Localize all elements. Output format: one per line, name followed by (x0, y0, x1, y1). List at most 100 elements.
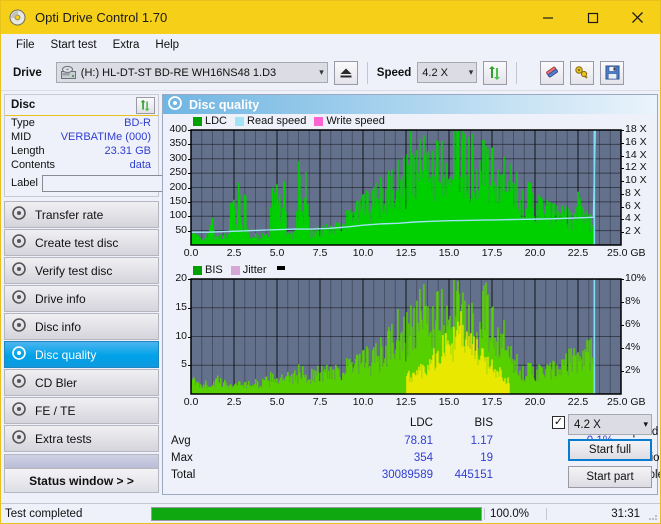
x-tick-label: 17.5 (481, 396, 503, 408)
speed-select[interactable]: 4.2 X ▾ (417, 62, 478, 83)
y-tick-label: 20 (175, 272, 187, 284)
stats-ldc-avg: 78.81 (404, 435, 433, 447)
close-button[interactable] (615, 1, 660, 34)
sidebar-item-create-test-disc[interactable]: Create test disc (4, 229, 159, 256)
x-tick-label: 2.5 (226, 396, 242, 408)
sidebar-item-disc-info[interactable]: Disc info (4, 313, 159, 340)
sidebar-item-verify-test-disc[interactable]: Verify test disc (4, 257, 159, 284)
y-tick (188, 336, 191, 338)
y2-tick (621, 206, 624, 208)
legend-swatch (193, 116, 202, 126)
sidebar-item-extra-tests[interactable]: Extra tests (4, 425, 159, 452)
save-button[interactable] (600, 60, 625, 85)
y-tick (188, 307, 191, 309)
toolbar-separator (366, 61, 368, 84)
x-tick-label: 5.0 (269, 247, 285, 259)
menu-item-file[interactable]: File (8, 37, 43, 53)
disc-label-row: Label (5, 172, 244, 196)
y2-tick-label: 10 X (625, 174, 647, 187)
disc-row-value: VERBATIMe (000) (60, 131, 151, 143)
stats-ldc-total: 30089589 (381, 469, 433, 481)
status-window-wrap: Status window > > (4, 454, 159, 495)
progress-bar-fill (152, 507, 481, 520)
menu-item-extra[interactable]: Extra (105, 37, 148, 53)
sidebar-item-fe-te[interactable]: FE / TE (4, 397, 159, 424)
disc-refresh-button[interactable] (136, 96, 155, 114)
sidebar-item-disc-quality[interactable]: Disc quality (4, 341, 159, 368)
x-tick-label: 20.0 (524, 247, 546, 259)
y2-tick (621, 279, 624, 280)
x-tick-label: 15.0 (438, 396, 460, 408)
sidebar-item-transfer-rate[interactable]: Transfer rate (4, 201, 159, 228)
start-part-button[interactable]: Start part (568, 466, 652, 488)
legend-label: BIS (205, 264, 223, 276)
disc-quality-bis-chart-svg (190, 278, 622, 395)
legend-read-speed: Read speed (235, 115, 306, 127)
drive-select[interactable]: (H:) HL-DT-ST BD-RE WH16NS48 1.D3 ▾ (55, 62, 328, 83)
y-tick (188, 201, 191, 203)
y2-tick-label: 18 X (625, 123, 647, 135)
legend-swatch (193, 265, 202, 275)
sidebar-item-label: Transfer rate (35, 207, 104, 222)
window-title: Opti Drive Control 1.70 (35, 10, 168, 25)
y-tick-label: 10 (175, 329, 187, 342)
tools-button[interactable] (570, 60, 595, 85)
y2-tick (621, 232, 624, 234)
resize-grip[interactable] (646, 504, 660, 523)
y-tick-label: 300 (169, 151, 187, 164)
disc-row-key: MID (11, 131, 32, 143)
stats-header-bis: BIS (474, 417, 493, 429)
disc-row-mid: MID VERBATIMe (000) (5, 130, 158, 144)
ldc-chart-legend: LDC Read speed Write speed (163, 114, 657, 128)
bis-plot-area[interactable]: 5 10 15 20 2% 4% 6% 8% 10% 0.0 2.5 5.0 7.5 10.0 12.5 15… (163, 272, 657, 412)
disc-panel-title: Disc (11, 99, 36, 111)
bis-chart-legend: BIS Jitter (163, 263, 657, 277)
y2-tick-label: 8% (625, 295, 641, 307)
sidebar-item-label: Disc info (35, 319, 82, 334)
y-tick-label: 250 (169, 166, 187, 179)
main-panel: Disc quality LDC Read speed Write speed (162, 94, 660, 495)
test-speed-select[interactable]: 4.2 X ▾ (568, 414, 652, 435)
jitter-checkbox[interactable]: ✓ (552, 416, 565, 429)
eject-button[interactable] (333, 60, 358, 85)
erase-button[interactable] (540, 60, 565, 85)
disc-icon (12, 430, 26, 447)
x-tick-label: 25.0 GB (607, 396, 646, 408)
refresh-button[interactable] (483, 60, 508, 85)
body: Disc Type BD-R MID VERBATIMe (000) Lengt… (1, 91, 660, 495)
start-full-button[interactable]: Start full (568, 439, 652, 461)
sidebar-item-label: CD Bler (35, 375, 78, 390)
legend-swatch (314, 116, 324, 126)
sidebar: Disc Type BD-R MID VERBATIMe (000) Lengt… (4, 94, 244, 495)
speed-label: Speed (376, 66, 412, 79)
x-tick-label: 5.0 (269, 396, 285, 408)
disc-row-value: 23.31 GB (104, 145, 151, 157)
ldc-plot-area[interactable]: 50 100 150 200 250 300 350 400 2 X4 X6 X8 X 10 X1… (163, 123, 657, 263)
sidebar-filler (4, 454, 159, 468)
status-window-button[interactable]: Status window > > (4, 468, 159, 493)
minimize-button[interactable] (525, 1, 570, 34)
sidebar-item-drive-info[interactable]: Drive info (4, 285, 159, 312)
y-tick (188, 130, 191, 131)
y-tick (188, 144, 191, 146)
x-tick-label: 22.5 (567, 247, 589, 259)
y-tick-label: 100 (169, 209, 187, 222)
menu-item-help[interactable]: Help (147, 37, 187, 53)
x-tick-label: 7.5 (312, 247, 328, 259)
y2-tick (621, 302, 624, 303)
main-panel-header: Disc quality (163, 95, 657, 114)
elapsed-time: 31:31 (546, 507, 646, 520)
x-tick-label: 7.5 (312, 396, 328, 408)
x-tick-label: 20.0 (524, 396, 546, 408)
y2-tick (621, 325, 624, 326)
menu-item-start-test[interactable]: Start test (43, 37, 105, 53)
stats-panel: LDC BIS ✓ Jitter Avg 78.81 1.17 -0.1% Ma… (163, 412, 660, 494)
sidebar-item-label: Verify test disc (35, 263, 113, 278)
menu-bar: File Start test Extra Help (1, 34, 660, 55)
disc-icon (12, 262, 26, 279)
disc-row-key: Type (11, 117, 35, 129)
maximize-button[interactable] (570, 1, 615, 34)
x-tick-label: 12.5 (395, 396, 417, 408)
sidebar-item-cd-bler[interactable]: CD Bler (4, 369, 159, 396)
chevron-down-icon: ▾ (319, 67, 324, 77)
